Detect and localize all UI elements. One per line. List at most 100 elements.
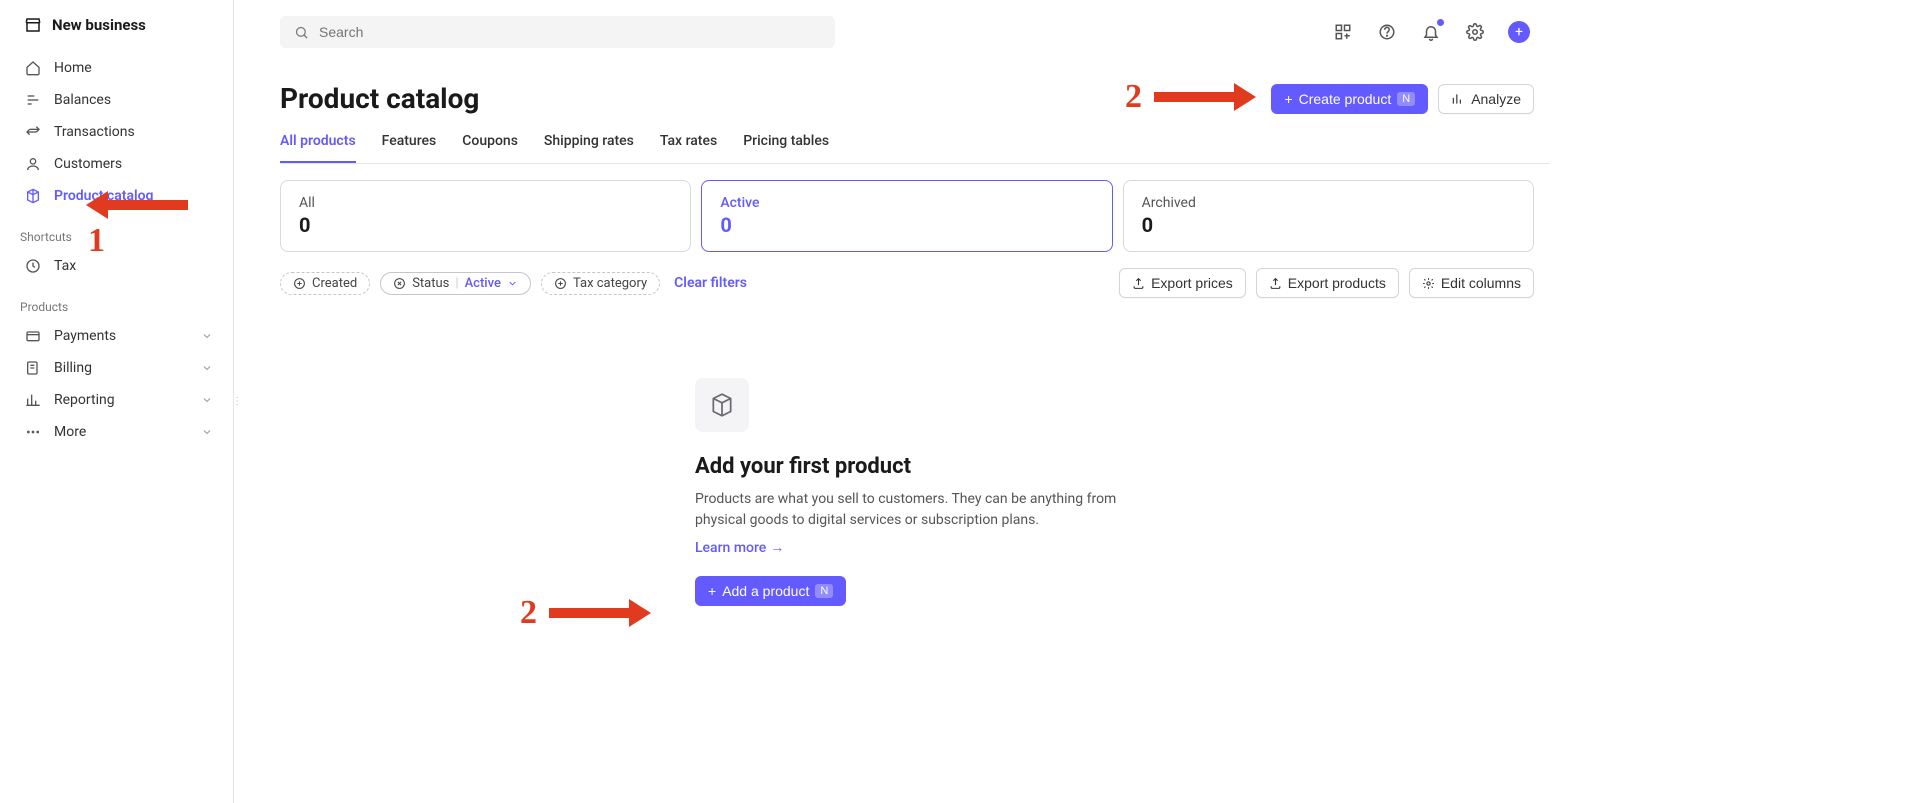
chevron-down-icon — [201, 362, 213, 374]
export-icon — [1269, 277, 1282, 290]
empty-description: Products are what you sell to customers.… — [695, 489, 1135, 531]
workspace-name: New business — [52, 16, 146, 34]
search-input[interactable] — [319, 24, 821, 40]
filter-status[interactable]: Status | Active — [380, 272, 531, 295]
button-label: Export products — [1288, 275, 1386, 291]
nav-product-catalog[interactable]: Product catalog — [0, 180, 233, 212]
stat-all[interactable]: All 0 — [280, 180, 691, 252]
chevron-down-icon — [507, 278, 518, 289]
stat-active[interactable]: Active 0 — [701, 180, 1112, 252]
tab-tax-rates[interactable]: Tax rates — [660, 133, 717, 163]
nav-label: Transactions — [54, 124, 135, 140]
plus-circle-icon — [554, 277, 567, 290]
topbar-actions: + — [1332, 21, 1530, 43]
nav-reporting[interactable]: Reporting — [0, 384, 233, 416]
plus-circle-icon — [293, 277, 306, 290]
more-icon — [24, 423, 42, 441]
tab-pricing-tables[interactable]: Pricing tables — [743, 133, 829, 163]
chip-label: Status — [412, 276, 449, 291]
sidebar: New business Home Balances Transactions … — [0, 0, 234, 803]
stat-value: 0 — [720, 213, 1093, 237]
nav-label: Customers — [54, 156, 122, 172]
nav-transactions[interactable]: Transactions — [0, 116, 233, 148]
nav-billing[interactable]: Billing — [0, 352, 233, 384]
nav-payments[interactable]: Payments — [0, 320, 233, 352]
button-label: Edit columns — [1441, 275, 1521, 291]
tab-all-products[interactable]: All products — [280, 133, 356, 163]
add-product-button[interactable]: + Add a product N — [695, 576, 846, 606]
keyboard-hint: N — [815, 584, 833, 598]
nav-customers[interactable]: Customers — [0, 148, 233, 180]
tab-shipping-rates[interactable]: Shipping rates — [544, 133, 634, 163]
filter-tax-category[interactable]: Tax category — [541, 272, 660, 295]
chevron-down-icon — [201, 330, 213, 342]
nav-tax[interactable]: Tax — [0, 250, 233, 282]
nav-balances[interactable]: Balances — [0, 84, 233, 116]
billing-icon — [24, 359, 42, 377]
tab-features[interactable]: Features — [382, 133, 437, 163]
package-icon — [695, 378, 749, 432]
link-label: Learn more — [695, 540, 766, 556]
search-icon — [294, 25, 309, 40]
balances-icon — [24, 91, 42, 109]
stat-cards: All 0 Active 0 Archived 0 — [280, 164, 1550, 252]
nav-home[interactable]: Home — [0, 52, 233, 84]
workspace-switcher[interactable]: New business — [0, 16, 233, 52]
search-box[interactable] — [280, 16, 835, 48]
analyze-button[interactable]: Analyze — [1438, 84, 1534, 114]
stat-archived[interactable]: Archived 0 — [1123, 180, 1534, 252]
button-label: Export prices — [1151, 275, 1233, 291]
notifications-icon[interactable] — [1420, 21, 1442, 43]
stat-value: 0 — [1142, 213, 1515, 237]
nav-more[interactable]: More — [0, 416, 233, 448]
button-label: Add a product — [722, 583, 809, 599]
nav-label: Product catalog — [54, 188, 154, 204]
edit-columns-button[interactable]: Edit columns — [1409, 268, 1534, 298]
quick-create-button[interactable]: + — [1508, 21, 1530, 43]
nav-label: Balances — [54, 92, 111, 108]
nav-label: Reporting — [54, 392, 115, 408]
create-product-button[interactable]: + Create product N — [1271, 84, 1428, 114]
chip-value: Active — [465, 276, 501, 291]
nav-label: Billing — [54, 360, 92, 376]
gear-icon — [1422, 277, 1435, 290]
learn-more-link[interactable]: Learn more → — [695, 539, 784, 556]
chart-icon — [1451, 92, 1465, 106]
arrow-right-icon: → — [770, 539, 784, 556]
shortcuts-heading: Shortcuts — [0, 212, 233, 250]
empty-title: Add your first product — [695, 454, 911, 479]
stat-value: 0 — [299, 213, 672, 237]
store-icon — [24, 16, 42, 34]
nav-shortcuts: Tax — [0, 250, 233, 282]
chevron-down-icon — [201, 426, 213, 438]
main-content: + Product catalog + Create product N Ana… — [240, 0, 1550, 803]
nav-label: More — [54, 424, 86, 440]
tabs: All products Features Coupons Shipping r… — [280, 133, 1550, 164]
notification-dot — [1437, 19, 1444, 26]
chevron-down-icon — [201, 394, 213, 406]
export-icon — [1132, 277, 1145, 290]
settings-icon[interactable] — [1464, 21, 1486, 43]
stat-label: Archived — [1142, 195, 1515, 211]
clock-icon — [24, 257, 42, 275]
export-products-button[interactable]: Export products — [1256, 268, 1399, 298]
plus-icon: + — [708, 583, 716, 599]
chart-icon — [24, 391, 42, 409]
apps-icon[interactable] — [1332, 21, 1354, 43]
page-title: Product catalog — [280, 82, 479, 115]
tab-coupons[interactable]: Coupons — [462, 133, 518, 163]
product-catalog-icon — [24, 187, 42, 205]
help-icon[interactable] — [1376, 21, 1398, 43]
button-label: Analyze — [1471, 91, 1521, 107]
clear-filters-link[interactable]: Clear filters — [674, 275, 747, 291]
nav-primary: Home Balances Transactions Customers Pro… — [0, 52, 233, 212]
nav-products: Payments Billing Reporting More — [0, 320, 233, 448]
page-header: Product catalog + Create product N Analy… — [280, 56, 1550, 115]
nav-label: Tax — [54, 258, 76, 274]
chip-label: Tax category — [573, 276, 647, 291]
plus-icon: + — [1284, 91, 1292, 107]
keyboard-hint: N — [1397, 92, 1415, 106]
empty-state: Add your first product Products are what… — [695, 378, 1135, 606]
filter-created[interactable]: Created — [280, 272, 370, 295]
export-prices-button[interactable]: Export prices — [1119, 268, 1246, 298]
